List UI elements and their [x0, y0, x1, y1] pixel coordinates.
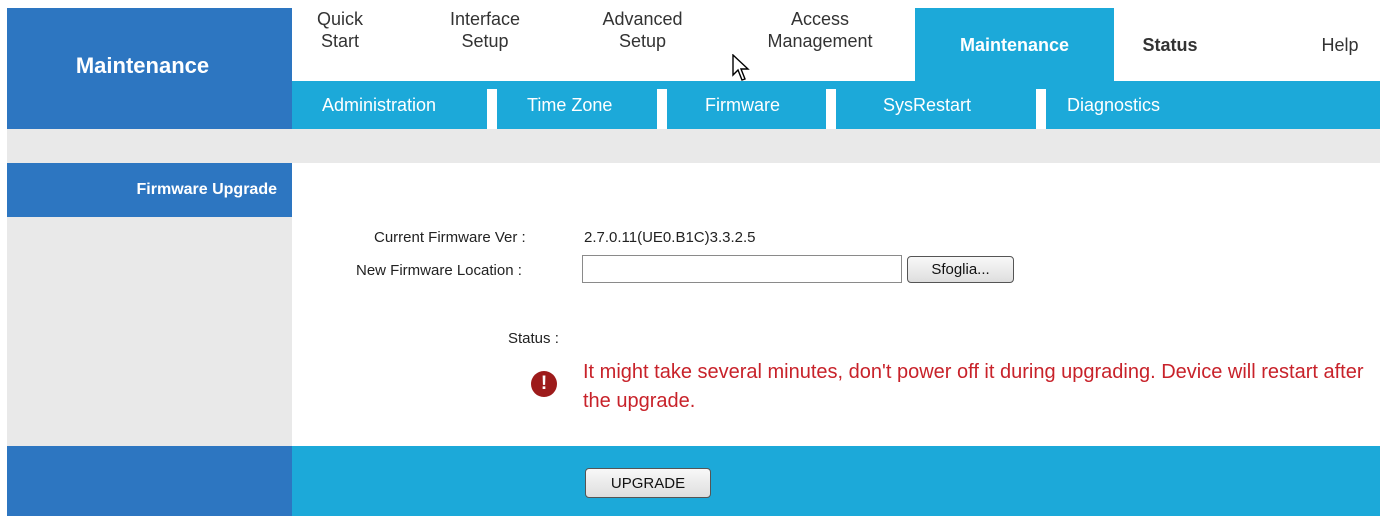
sidebar-section-label: Firmware Upgrade: [136, 181, 277, 198]
tab-interface-setup-line2: Setup: [461, 31, 509, 51]
exclamation-circle-icon: !: [531, 371, 557, 397]
footer-left-panel: [7, 446, 292, 516]
page-title: Maintenance: [75, 53, 210, 78]
header-divider-strip: [7, 129, 1380, 163]
tab-help[interactable]: Help: [1305, 34, 1375, 56]
status-label: Status :: [508, 330, 559, 347]
tab-status-label: Status: [1142, 35, 1198, 55]
subnav-separator: [657, 89, 667, 129]
tab-quick-start[interactable]: Quick Start: [300, 8, 380, 52]
tab-access-management-line2: Management: [767, 31, 873, 51]
tab-quick-start-line1: Quick: [316, 9, 363, 29]
sub-nav: [292, 81, 1380, 129]
tab-interface-setup-line1: Interface: [449, 9, 521, 29]
browse-button[interactable]: Sfoglia...: [907, 256, 1014, 283]
tab-quick-start-line2: Start: [320, 31, 359, 51]
subnav-diagnostics[interactable]: Diagnostics: [1067, 95, 1160, 116]
footer-bar: [292, 446, 1380, 516]
upgrade-warning-text: It might take several minutes, don't pow…: [583, 361, 1364, 412]
tab-status[interactable]: Status: [1120, 34, 1220, 56]
tab-help-label: Help: [1321, 35, 1359, 55]
tab-advanced-setup-line2: Setup: [618, 31, 667, 51]
subnav-separator: [1036, 89, 1046, 129]
tab-advanced-setup-line1: Advanced: [602, 9, 683, 29]
current-firmware-value: 2.7.0.11(UE0.B1C)3.3.2.5: [584, 229, 756, 246]
subnav-separator: [826, 89, 836, 129]
upgrade-button[interactable]: UPGRADE: [585, 468, 711, 498]
current-firmware-label: Current Firmware Ver :: [374, 229, 526, 246]
new-firmware-location-label: New Firmware Location :: [356, 262, 522, 279]
tab-maintenance-label: Maintenance: [959, 35, 1070, 55]
tab-access-management[interactable]: Access Management: [735, 8, 905, 52]
tab-access-management-line1: Access: [790, 9, 850, 29]
tab-interface-setup[interactable]: Interface Setup: [420, 8, 550, 52]
subnav-time-zone[interactable]: Time Zone: [527, 95, 612, 116]
subnav-sysrestart[interactable]: SysRestart: [883, 95, 971, 116]
tab-advanced-setup[interactable]: Advanced Setup: [575, 8, 710, 52]
mouse-pointer-icon: [732, 54, 750, 81]
subnav-separator: [487, 89, 497, 129]
subnav-firmware[interactable]: Firmware: [705, 95, 780, 116]
firmware-file-input[interactable]: [582, 255, 902, 283]
subnav-administration[interactable]: Administration: [322, 95, 436, 116]
tab-maintenance[interactable]: Maintenance: [915, 34, 1114, 56]
